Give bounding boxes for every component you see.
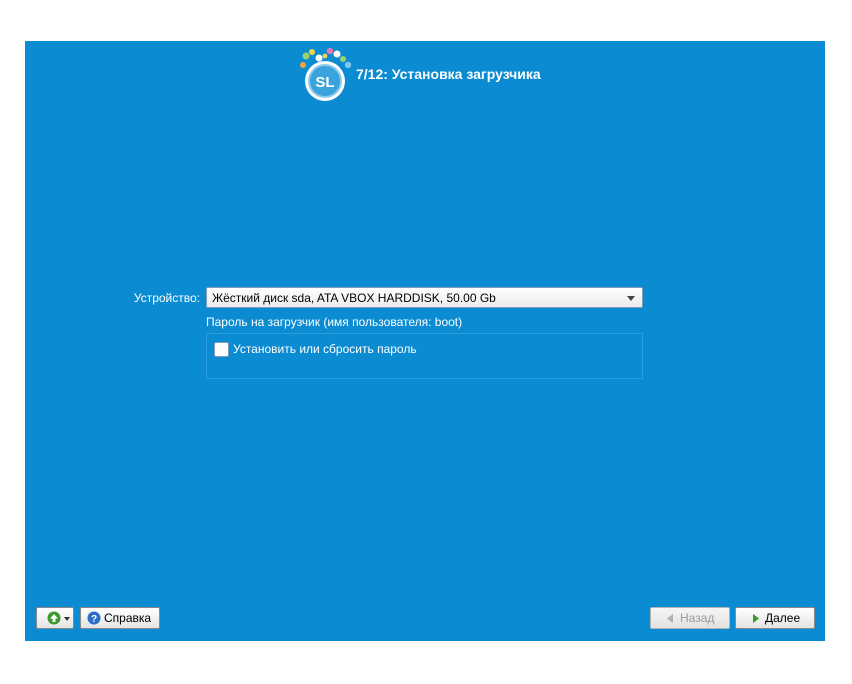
options-menu-button[interactable] bbox=[36, 607, 74, 629]
bootloader-password-label: Пароль на загрузчик (имя пользователя: b… bbox=[206, 315, 463, 329]
device-dropdown-value: Жёсткий диск sda, ATA VBOX HARDDISK, 50.… bbox=[212, 291, 496, 305]
bootloader-password-frame bbox=[206, 333, 643, 379]
set-password-checkbox[interactable] bbox=[214, 342, 229, 357]
chevron-right-icon bbox=[753, 614, 759, 623]
set-password-checkbox-label[interactable]: Установить или сбросить пароль bbox=[233, 342, 417, 356]
page-title: 7/12: Установка загрузчика bbox=[356, 66, 541, 82]
chevron-down-icon bbox=[64, 617, 70, 621]
help-button-label: Справка bbox=[104, 611, 152, 625]
chevron-down-icon bbox=[627, 296, 635, 301]
header: SL 7/12: Установка загрузчика bbox=[25, 41, 825, 111]
device-dropdown[interactable]: Жёсткий диск sda, ATA VBOX HARDDISK, 50.… bbox=[206, 287, 643, 308]
logo-text: SL bbox=[315, 74, 334, 91]
green-arrow-up-icon bbox=[47, 611, 61, 625]
next-button[interactable]: Далее bbox=[735, 607, 815, 629]
chevron-left-icon bbox=[667, 614, 673, 623]
installer-window: SL 7/12: Установка загрузчика Устройство… bbox=[25, 41, 825, 641]
back-button-label: Назад bbox=[680, 611, 715, 625]
help-button[interactable]: ? Справка bbox=[80, 607, 160, 629]
next-button-label: Далее bbox=[765, 611, 801, 625]
device-label: Устройство: bbox=[133, 291, 200, 305]
sl-logo: SL bbox=[300, 47, 352, 101]
help-icon: ? bbox=[87, 611, 101, 625]
back-button[interactable]: Назад bbox=[650, 607, 730, 629]
svg-text:?: ? bbox=[91, 614, 97, 625]
